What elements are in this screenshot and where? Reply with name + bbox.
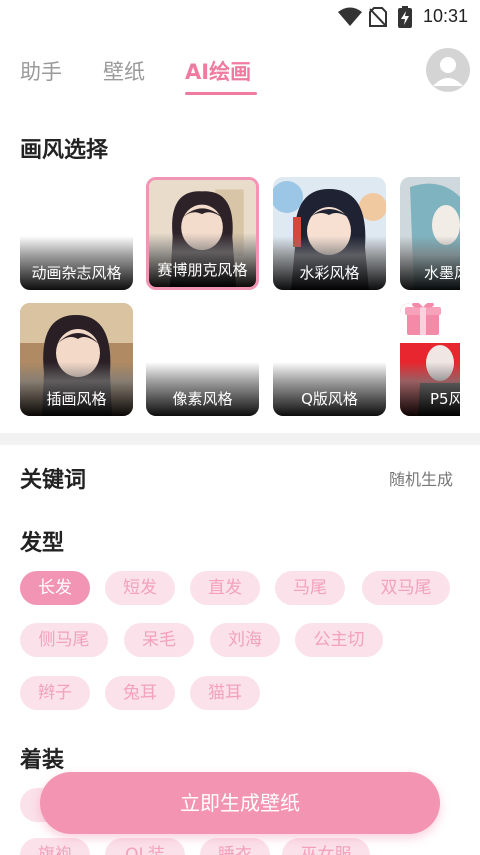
random-generate-button[interactable]: 随机生成 <box>389 466 453 490</box>
style-section-title: 画风选择 <box>20 138 109 163</box>
active-tab-indicator <box>185 92 257 95</box>
chip-hime-cut[interactable]: 公主切 <box>295 623 383 657</box>
status-time: 10:31 <box>422 6 468 26</box>
style-card-chibi[interactable]: Q版风格 <box>273 303 386 416</box>
style-label: P5风 <box>430 390 460 408</box>
chip-long-hair[interactable]: 长发 <box>20 571 90 605</box>
style-card-watercolor[interactable]: 水彩风格 <box>273 177 386 290</box>
style-card-anime-magazine[interactable]: 动画杂志风格 <box>20 177 133 290</box>
chip-ol-suit[interactable]: OL装 <box>105 838 185 855</box>
chip-miko[interactable]: 巫女服 <box>282 838 370 855</box>
gift-icon[interactable] <box>404 303 442 341</box>
chip-short-hair[interactable]: 短发 <box>105 571 175 605</box>
outfit-section-title: 着装 <box>20 748 65 773</box>
user-avatar-icon <box>433 57 463 86</box>
style-card-illustration[interactable]: 插画风格 <box>20 303 133 416</box>
chip-braids[interactable]: 辫子 <box>20 676 90 710</box>
tab-ai-drawing[interactable]: AI绘画 <box>185 56 251 86</box>
chip-bangs[interactable]: 刘海 <box>210 623 280 657</box>
style-card-p5[interactable]: P5风 <box>400 303 460 416</box>
keywords-title: 关键词 <box>20 468 87 493</box>
style-label: 水墨风 <box>424 264 460 282</box>
tab-assistant[interactable]: 助手 <box>20 56 62 86</box>
chip-bunny-ears[interactable]: 兔耳 <box>105 676 175 710</box>
chip-ponytail[interactable]: 马尾 <box>275 571 345 605</box>
chip-ahoge[interactable]: 呆毛 <box>124 623 194 657</box>
tab-wallpaper[interactable]: 壁纸 <box>103 56 145 86</box>
chip-qipao[interactable]: 旗袍 <box>20 838 90 855</box>
style-label: Q版风格 <box>301 390 358 408</box>
style-label: 插画风格 <box>46 390 107 408</box>
style-label: 赛博朋克风格 <box>157 261 248 279</box>
avatar[interactable] <box>426 48 470 92</box>
status-bar: 10:31 <box>0 0 480 34</box>
hair-section-title: 发型 <box>20 531 65 556</box>
style-card-pixel[interactable]: 像素风格 <box>146 303 259 416</box>
chip-twin-tails[interactable]: 双马尾 <box>362 571 450 605</box>
style-label: 像素风格 <box>172 390 233 408</box>
chip-side-ponytail[interactable]: 侧马尾 <box>20 623 108 657</box>
chip-cat-ears[interactable]: 猫耳 <box>190 676 260 710</box>
top-tabs: 助手 壁纸 AI绘画 <box>0 48 480 100</box>
style-card-cyberpunk[interactable]: 赛博朋克风格 <box>146 177 259 290</box>
style-label: 动画杂志风格 <box>31 264 122 282</box>
generate-wallpaper-button[interactable]: 立即生成壁纸 <box>40 772 440 834</box>
style-card-ink-wash[interactable]: 水墨风 <box>400 177 460 290</box>
chip-straight-hair[interactable]: 直发 <box>190 571 260 605</box>
battery-charging-icon <box>398 6 412 32</box>
chip-pajamas[interactable]: 睡衣 <box>200 838 270 855</box>
wifi-icon <box>338 7 362 31</box>
no-sim-icon <box>369 7 387 31</box>
style-label: 水彩风格 <box>299 264 360 282</box>
section-divider <box>0 433 480 445</box>
